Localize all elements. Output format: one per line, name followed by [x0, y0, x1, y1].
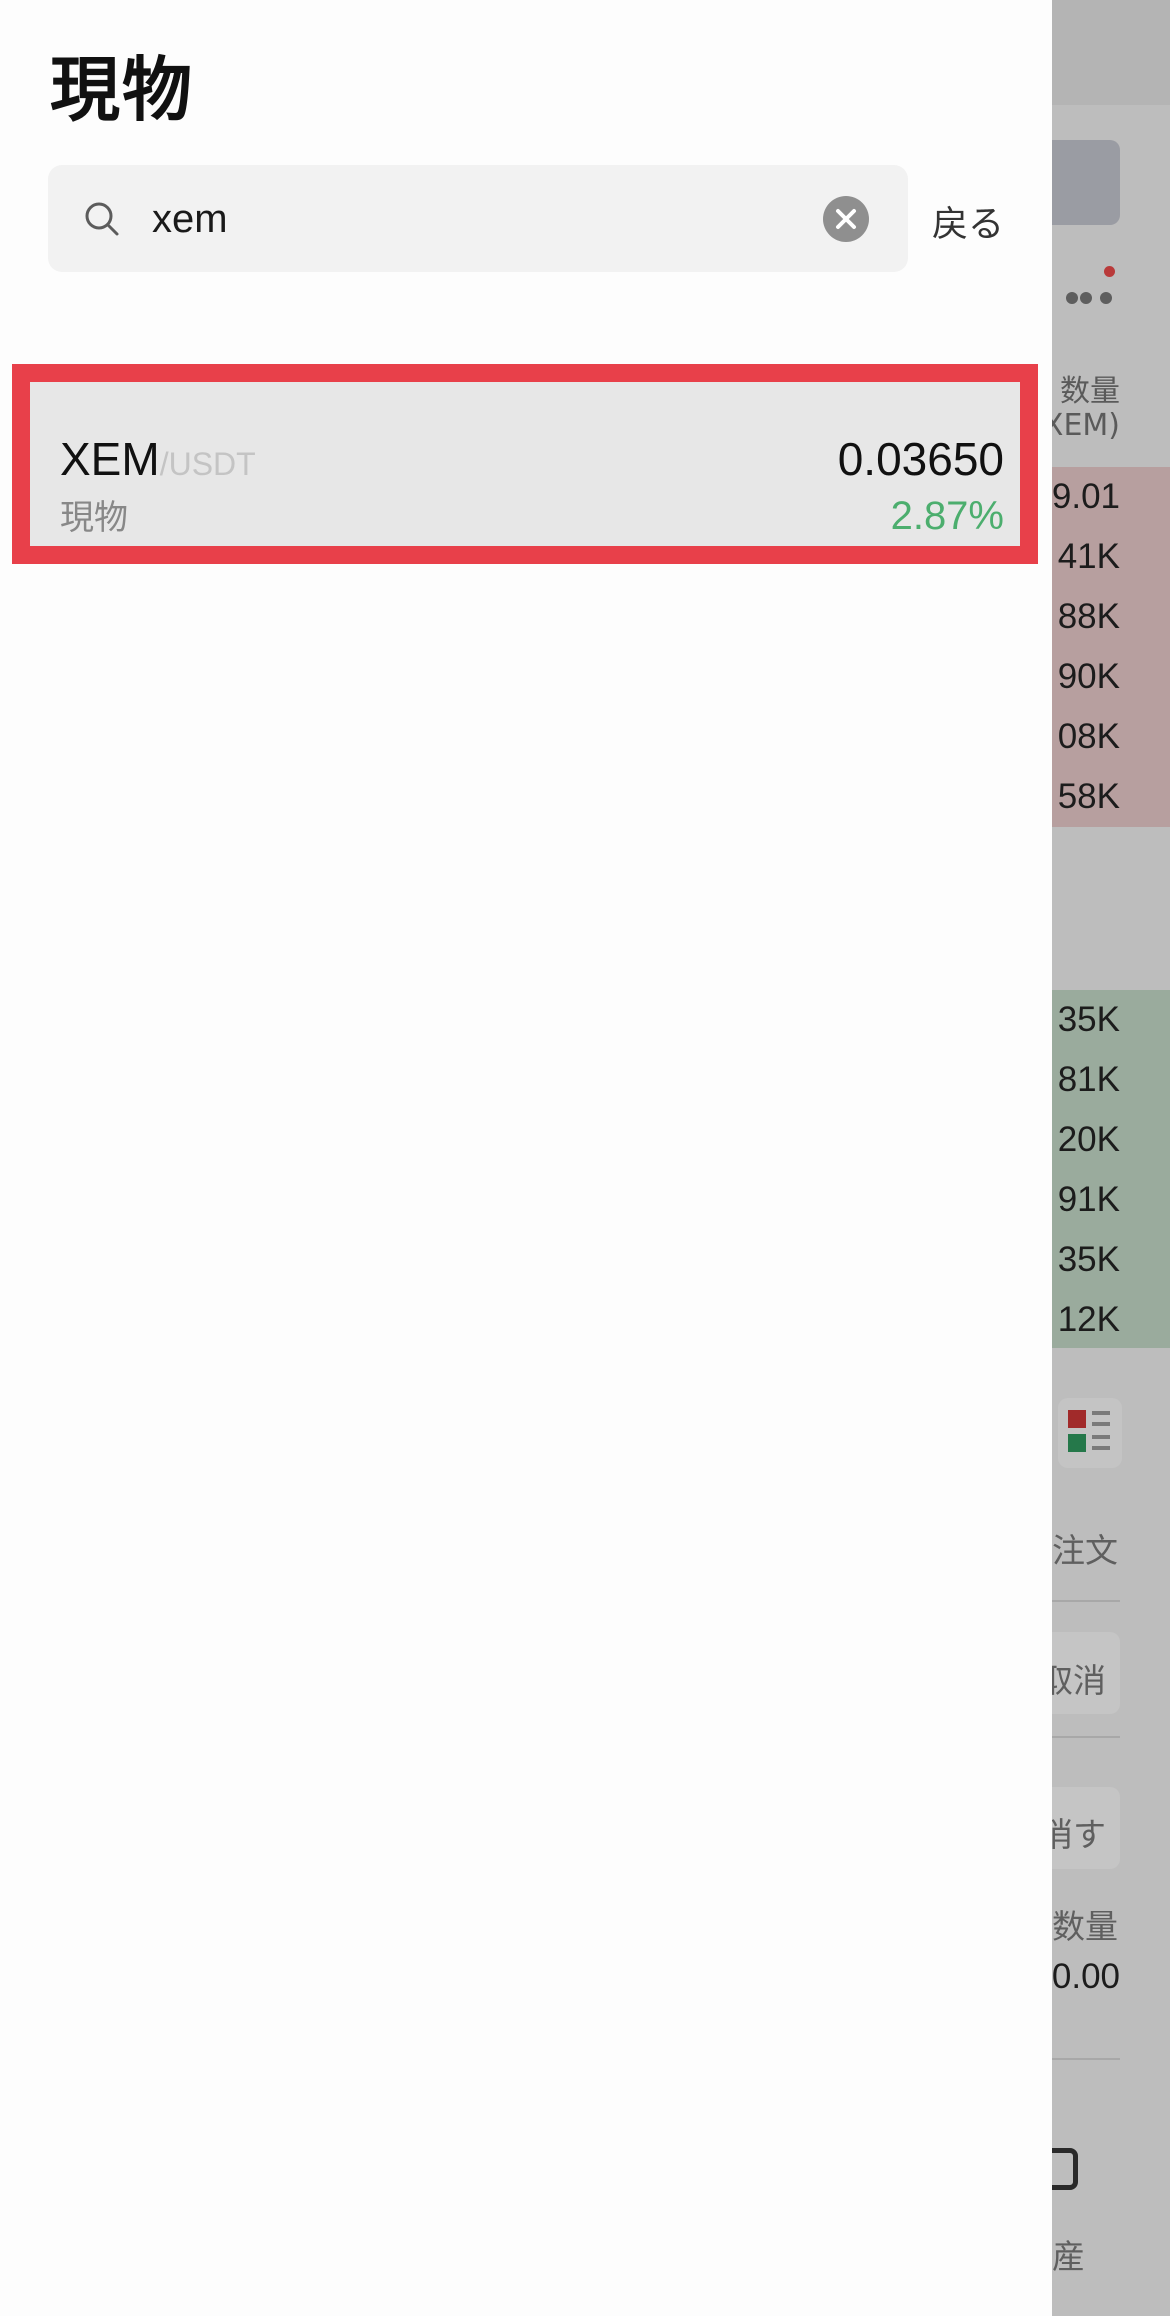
- quote-asset: /USDT: [159, 446, 256, 482]
- bid-zone: [1040, 990, 1170, 1348]
- search-bar[interactable]: [48, 165, 908, 272]
- search-result-item[interactable]: XEM/USDT 現物 0.03650 2.87%: [12, 364, 1038, 564]
- qty-label: 数量: [1052, 1907, 1118, 1946]
- bid-qty: 35K: [1057, 1000, 1120, 1039]
- market-type: 現物: [60, 498, 128, 538]
- page-title: 現物: [50, 49, 194, 131]
- back-button[interactable]: 戻る: [932, 195, 1004, 247]
- notification-dot: [1104, 266, 1115, 277]
- clear-search-button[interactable]: [823, 196, 869, 242]
- ask-qty: 41K: [1057, 537, 1120, 576]
- base-asset: XEM: [60, 433, 160, 485]
- price-change: 2.87%: [890, 494, 1004, 538]
- search-input[interactable]: [152, 187, 792, 251]
- close-icon: [836, 209, 856, 229]
- search-drawer: 現物 戻る XEM/USDT 現物 0.03650 2.87%: [0, 0, 1052, 2316]
- pair-name: XEM/USDT: [60, 432, 256, 486]
- bid-qty: 35K: [1057, 1240, 1120, 1279]
- bid-qty: 12K: [1057, 1300, 1120, 1339]
- more-dot: [1100, 292, 1112, 304]
- ask-qty: 58K: [1057, 777, 1120, 816]
- assets-label: 産: [1052, 2237, 1085, 2276]
- ask-zone: [1040, 467, 1170, 827]
- unit-header: XEM): [1042, 408, 1120, 443]
- ask-qty: 88K: [1057, 597, 1120, 636]
- orderbook-layout-icon: [1058, 1398, 1122, 1468]
- ask-qty: 90K: [1057, 657, 1120, 696]
- ask-qty: 08K: [1057, 717, 1120, 756]
- bid-qty: 20K: [1057, 1120, 1120, 1159]
- last-price: 0.03650: [837, 433, 1004, 485]
- qty-header: 数量: [1060, 374, 1120, 409]
- bid-qty: 91K: [1057, 1180, 1120, 1219]
- bid-qty: 81K: [1057, 1060, 1120, 1099]
- more-dot: [1066, 292, 1078, 304]
- qty-value: 0.00: [1051, 1957, 1120, 1996]
- order-label: 注文: [1052, 1531, 1118, 1570]
- more-dot: [1080, 292, 1092, 304]
- search-icon: [85, 202, 119, 236]
- ask-qty: 9.01: [1051, 477, 1120, 516]
